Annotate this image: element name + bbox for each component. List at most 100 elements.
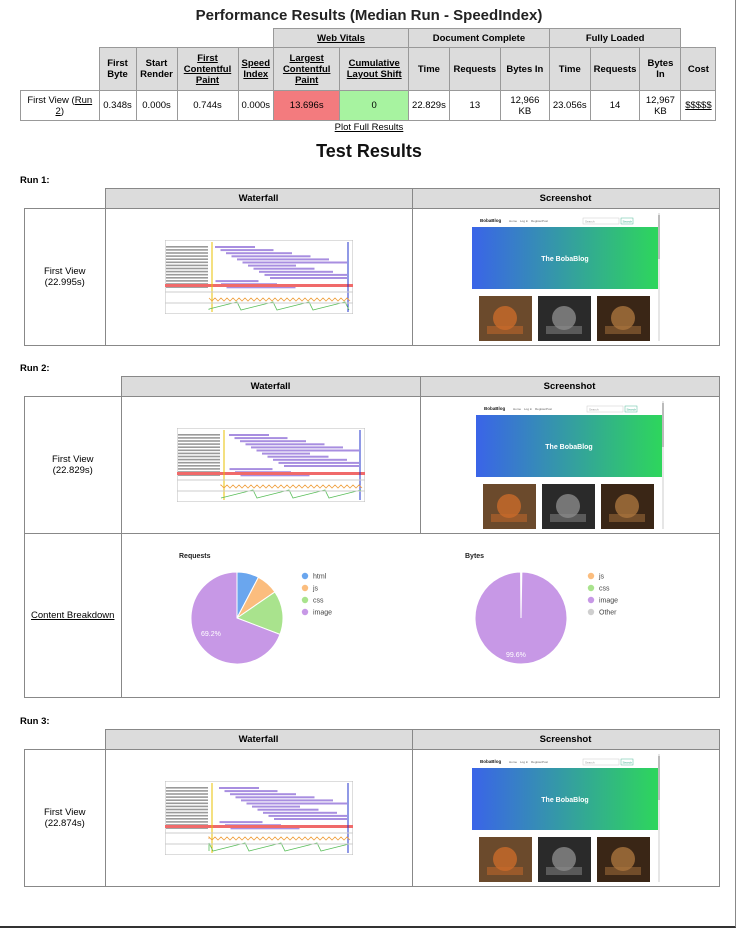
request-bar xyxy=(225,252,292,255)
run-1-waterfall-cell[interactable] xyxy=(104,208,413,346)
request-bar xyxy=(278,461,359,464)
fcp-header: First Contentful Paint xyxy=(176,47,239,91)
bytes-legend-image: image xyxy=(599,597,618,604)
request-bar xyxy=(273,818,347,820)
request-bar xyxy=(264,273,347,276)
request-bar xyxy=(214,246,255,248)
request-url-label xyxy=(177,449,220,452)
fl-time-value: 23.056s xyxy=(548,90,591,121)
requests-pie-data-label: 69.2% xyxy=(201,631,221,638)
request-url-label xyxy=(165,805,208,808)
cost-value: $$$$$ xyxy=(680,90,717,121)
request-bar xyxy=(234,437,287,440)
cost-link[interactable]: $$$$$ xyxy=(685,100,711,111)
bytes-legend-swatch-other xyxy=(587,608,594,615)
cls-header: Cumulative Layout Shift xyxy=(339,47,410,91)
nav-link: Home xyxy=(509,219,517,223)
speed-index-header: Speed Index xyxy=(237,47,275,91)
fl-requests-header: Requests xyxy=(589,47,641,91)
bytes-legend-css: css xyxy=(599,585,610,592)
scrollbar-thumb xyxy=(657,756,660,800)
requests-legend-js: js xyxy=(312,585,319,592)
request-url-label xyxy=(165,821,208,823)
start-render-header: Start Render xyxy=(135,47,178,91)
content-breakdown-cell: Content Breakdown xyxy=(24,533,122,698)
request-url-label xyxy=(177,437,220,439)
scrollbar-thumb xyxy=(661,403,664,447)
web-vitals-link[interactable]: Web Vitals xyxy=(317,33,365,44)
request-url-label xyxy=(165,280,208,282)
post-thumbnail-detail xyxy=(604,867,641,875)
start-render-value: 0.000s xyxy=(135,90,178,121)
requests-legend-css: css xyxy=(313,597,324,604)
run-1-view-cell: First View (22.995s) xyxy=(24,208,106,346)
run-3-waterfall-header: Waterfall xyxy=(104,729,413,750)
run-1-screenshot-header: Screenshot xyxy=(411,188,720,209)
request-bar xyxy=(250,446,343,449)
fl-bytes-header: Bytes In xyxy=(639,47,682,91)
waterfall-thumbnail[interactable] xyxy=(164,781,353,855)
run-2-waterfall-cell[interactable] xyxy=(120,396,421,534)
run-1-screenshot-cell[interactable]: BobaBlog Home Log in Register Post Search Sear… xyxy=(411,208,720,346)
request-url-label xyxy=(165,252,208,254)
page-screenshot-thumbnail[interactable]: BobaBlog Home Log in Register Post Search Sear… xyxy=(475,401,664,529)
run-2-screenshot-cell[interactable]: BobaBlog Home Log in Register Post Search Sear… xyxy=(419,396,720,534)
hero-title: The BobaBlog xyxy=(541,797,588,804)
cls-value: 0 xyxy=(339,90,410,121)
content-breakdown-pies: Requests 69.2% html js css image Bytes 99.6% js c… xyxy=(179,553,618,664)
requests-pie-title: Requests xyxy=(179,553,211,560)
render-marker-row xyxy=(164,825,353,828)
run-3-table: Waterfall Screenshot First View (22.874s)… xyxy=(24,729,720,887)
fcp-link[interactable]: First Contentful Paint xyxy=(184,53,232,86)
request-bar xyxy=(262,811,337,814)
nav-link: Post xyxy=(546,407,552,411)
document-complete-header: Document Complete xyxy=(408,28,550,48)
request-url-label xyxy=(177,446,220,448)
run-3-screenshot-cell[interactable]: BobaBlog Home Log in Register Post Search Sear… xyxy=(411,749,720,887)
search-placeholder: Search xyxy=(585,761,595,765)
request-url-label xyxy=(165,802,208,805)
run-3-label: Run 3: xyxy=(20,716,50,727)
search-placeholder: Search xyxy=(585,220,595,224)
fl-time-header: Time xyxy=(548,47,591,91)
run-1-label: Run 1: xyxy=(20,175,50,186)
request-bar xyxy=(220,249,273,252)
request-url-label xyxy=(165,258,208,260)
request-url-label xyxy=(165,264,208,267)
speed-index-link[interactable]: Speed Index xyxy=(242,58,271,80)
page-screenshot-thumbnail[interactable]: BobaBlog Home Log in Register Post Search Sear… xyxy=(471,213,660,341)
fl-bytes-value: 12,967 KB xyxy=(639,90,682,121)
page-screenshot-thumbnail[interactable]: BobaBlog Home Log in Register Post Search Sear… xyxy=(471,754,660,882)
waterfall-thumbnail[interactable] xyxy=(164,240,353,314)
content-breakdown-charts: Requests 69.2% html js css image Bytes 99.6% js c… xyxy=(120,533,720,698)
request-url-label xyxy=(165,799,208,801)
nav-link: Register xyxy=(531,219,542,223)
request-url-label xyxy=(165,249,208,251)
request-bar xyxy=(245,443,324,446)
run-3-waterfall-cell[interactable] xyxy=(104,749,413,887)
request-url-label xyxy=(165,270,208,273)
request-bar xyxy=(261,452,310,455)
run-2-table: Waterfall Screenshot First View (22.829s)… xyxy=(24,376,720,698)
request-bar xyxy=(257,808,318,811)
request-bar xyxy=(258,270,333,273)
performance-results-table: Web Vitals Document Complete Fully Loade… xyxy=(20,28,717,121)
request-bar xyxy=(229,793,296,796)
lcp-link[interactable]: Largest Contentful Paint xyxy=(283,53,331,86)
request-url-label xyxy=(165,267,208,270)
web-vitals-header: Web Vitals xyxy=(273,28,410,48)
request-bar xyxy=(246,802,347,805)
first-byte-header: First Byte xyxy=(98,47,137,91)
waterfall-thumbnail[interactable] xyxy=(176,428,365,502)
nav-link: Log in xyxy=(520,219,529,223)
nav-link: Register xyxy=(535,407,546,411)
first-byte-value: 0.348s xyxy=(98,90,137,121)
request-url-label xyxy=(177,440,220,442)
nav-link: Register xyxy=(531,760,542,764)
cls-link[interactable]: Cumulative Layout Shift xyxy=(347,58,402,80)
request-url-label xyxy=(165,273,208,276)
content-breakdown-link[interactable]: Content Breakdown xyxy=(31,610,114,621)
run-2-screenshot-header: Screenshot xyxy=(419,376,720,397)
plot-full-results-link[interactable]: Plot Full Results xyxy=(335,122,404,133)
request-bar xyxy=(269,277,347,279)
